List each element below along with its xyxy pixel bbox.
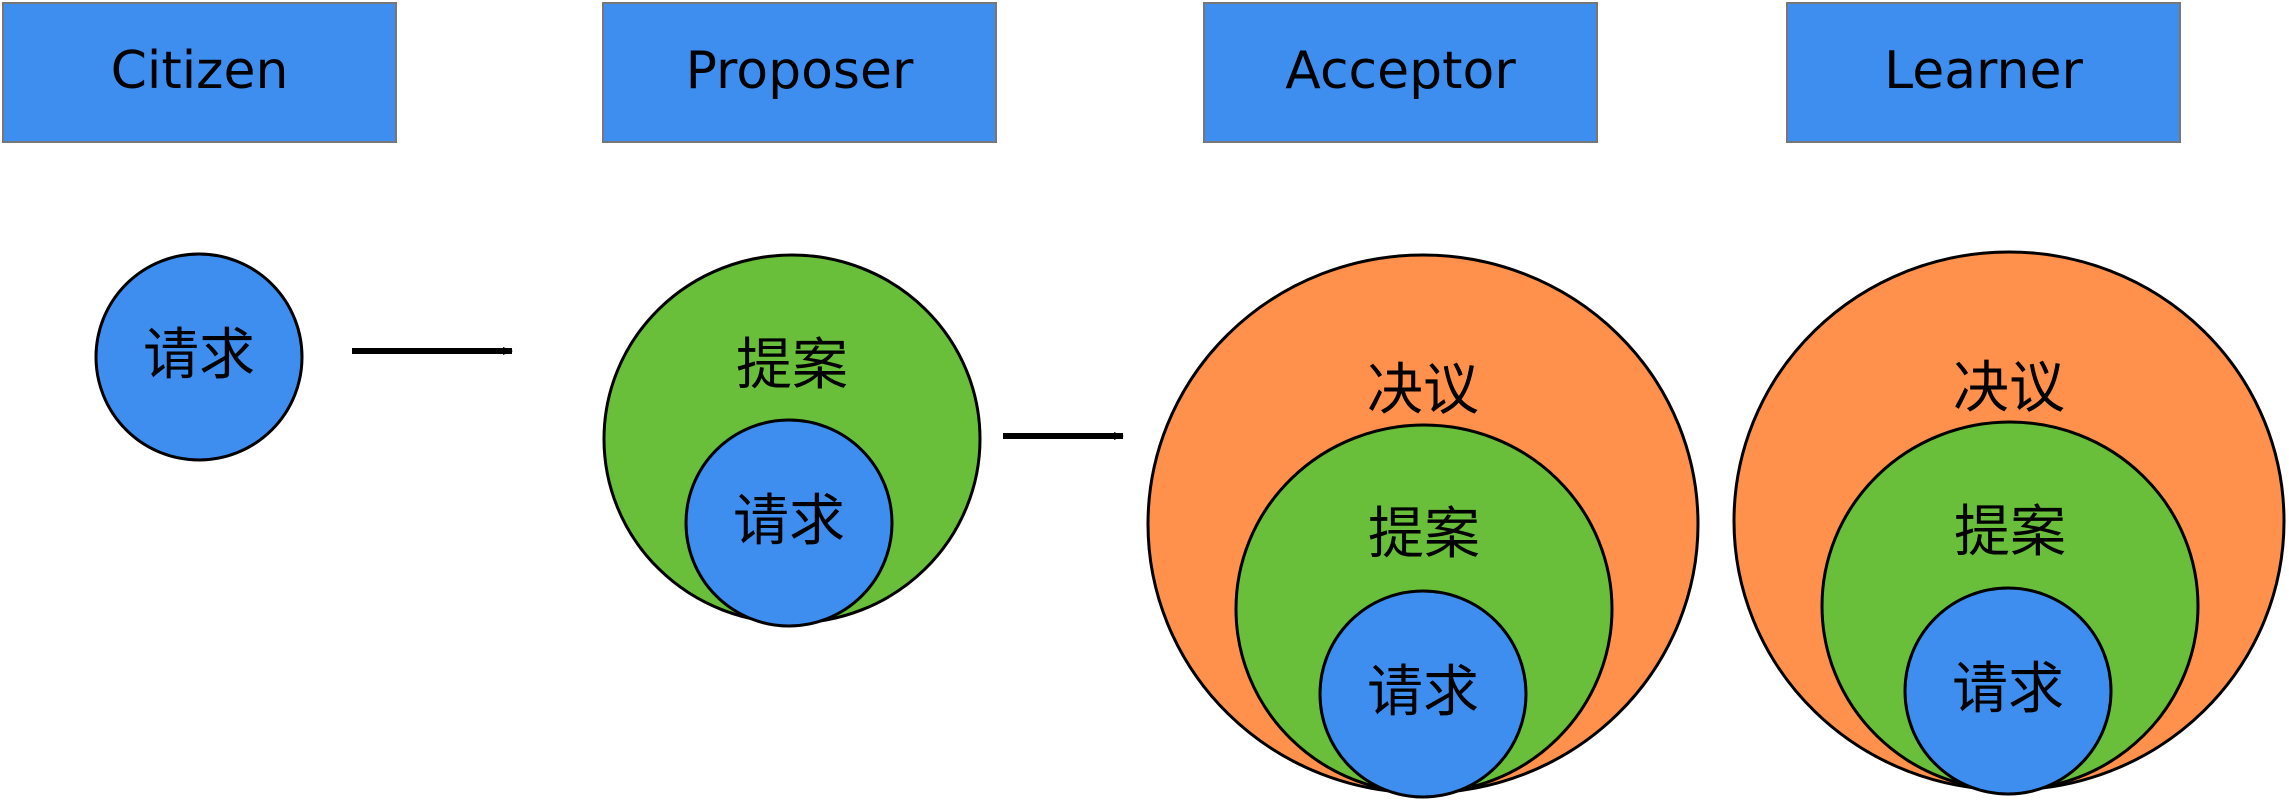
role-label-proposer: Proposer bbox=[686, 41, 914, 101]
resolution-label: 决议 bbox=[1953, 356, 2065, 421]
proposer-group: 提案 请求 bbox=[602, 253, 982, 628]
resolution-label: 决议 bbox=[1367, 358, 1479, 423]
learner-group: 决议 提案 请求 bbox=[1732, 250, 2286, 796]
role-label-citizen: Citizen bbox=[111, 41, 289, 101]
role-label-acceptor: Acceptor bbox=[1285, 41, 1516, 101]
proposal-label: 提案 bbox=[1368, 502, 1480, 567]
request-label: 请求 bbox=[1952, 657, 2064, 722]
proposal-label: 提案 bbox=[1954, 500, 2066, 565]
header-acceptor: Acceptor bbox=[1203, 2, 1598, 143]
request-label: 请求 bbox=[1367, 660, 1479, 725]
citizen-request-circle: 请求 bbox=[94, 252, 304, 462]
header-citizen: Citizen bbox=[2, 2, 397, 143]
role-label-learner: Learner bbox=[1884, 41, 2083, 101]
acceptor-group: 决议 提案 请求 bbox=[1146, 253, 1700, 799]
header-proposer: Proposer bbox=[602, 2, 997, 143]
proposal-label: 提案 bbox=[736, 333, 848, 398]
request-label: 请求 bbox=[733, 489, 845, 554]
request-label: 请求 bbox=[143, 323, 255, 388]
paxos-diagram: Citizen Proposer Acceptor Learner 请求 提案 … bbox=[2, 2, 2286, 799]
header-learner: Learner bbox=[1786, 2, 2181, 143]
